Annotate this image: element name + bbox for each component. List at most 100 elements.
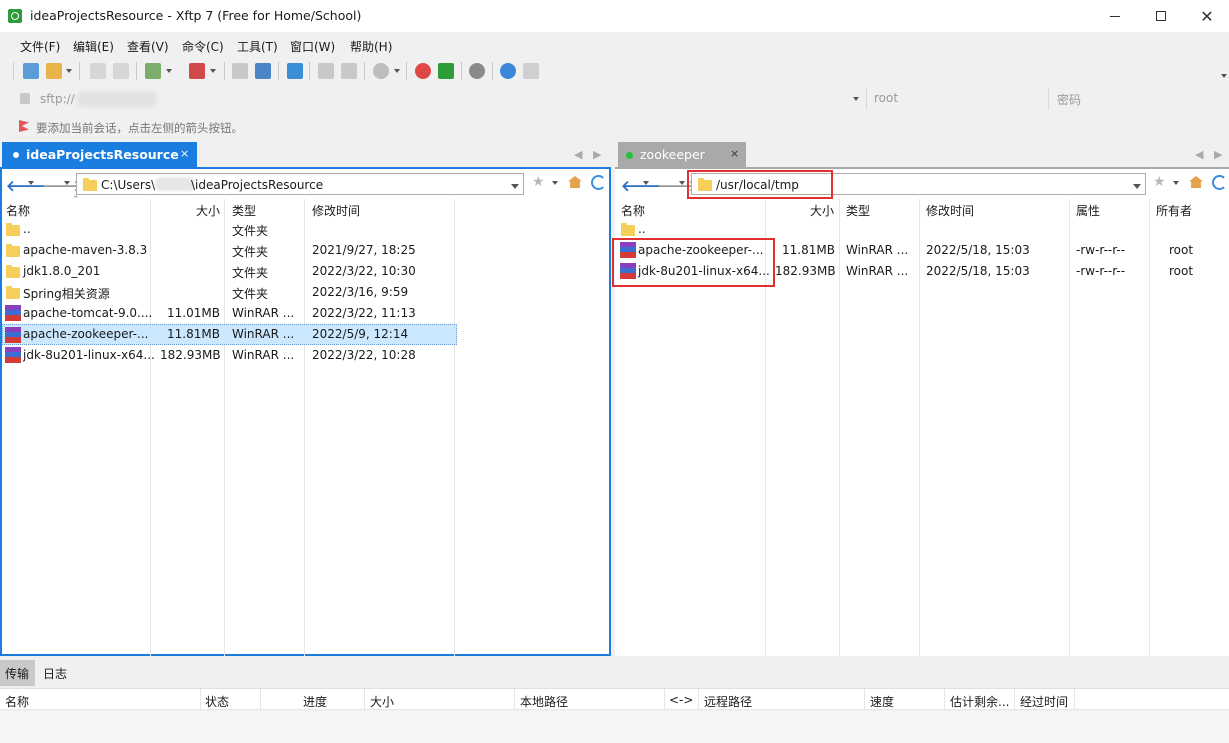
back-dropdown-icon[interactable] [643, 181, 649, 185]
menu-tools[interactable]: 工具(T) [237, 38, 278, 55]
refresh-icon[interactable] [1212, 175, 1227, 190]
close-button[interactable]: ✕ [1184, 0, 1229, 32]
col-eta[interactable]: 估计剩余... [950, 693, 1009, 710]
tab-remote[interactable]: zookeeper × [618, 142, 746, 167]
tab-prev-icon[interactable]: ◀ [1195, 148, 1203, 161]
tab-next-icon[interactable]: ▶ [593, 148, 601, 161]
col-elapsed[interactable]: 经过时间 [1020, 693, 1068, 710]
col-direction[interactable]: <-> [669, 693, 693, 707]
path-dropdown-icon[interactable] [1133, 184, 1141, 189]
menu-file[interactable]: 文件(F) [20, 38, 60, 55]
xftp-icon[interactable] [438, 63, 454, 79]
tab-dropdown-icon[interactable] [166, 69, 172, 73]
open-dropdown-icon[interactable] [66, 69, 72, 73]
refresh-icon[interactable] [591, 175, 606, 190]
list-item[interactable]: jdk-8u201-linux-x64... 182.93MB WinRAR .… [2, 345, 609, 366]
terminal-icon[interactable] [189, 63, 205, 79]
back-icon[interactable]: 🡐 [621, 176, 661, 195]
tab-prev-icon[interactable]: ◀ [574, 148, 582, 161]
xftp-app-icon [8, 9, 22, 23]
home-icon[interactable] [568, 176, 582, 188]
sync-icon[interactable] [287, 63, 303, 79]
file-type: 文件夹 [232, 245, 269, 259]
col-attributes[interactable]: 属性 [1076, 202, 1100, 219]
col-type[interactable]: 类型 [232, 202, 256, 219]
list-item[interactable]: apache-tomcat-9.0.... 11.01MB WinRAR ...… [2, 303, 609, 324]
connect-icon[interactable] [90, 63, 106, 79]
menu-help[interactable]: 帮助(H) [350, 38, 392, 55]
bookmark-dropdown-icon[interactable] [552, 181, 558, 185]
col-name[interactable]: 名称 [621, 202, 645, 219]
paste-icon[interactable] [341, 63, 357, 79]
bookmark-dropdown-icon[interactable] [1173, 181, 1179, 185]
menu-command[interactable]: 命令(C) [182, 38, 224, 55]
col-size[interactable]: 大小 [196, 202, 220, 219]
local-nav-bar: 🡐 🡒 C:\Users\ \ideaProjectsResource ★ [2, 169, 609, 199]
list-item[interactable]: .. 文件夹 [2, 219, 609, 240]
menu-edit[interactable]: 编辑(E) [73, 38, 114, 55]
password-field[interactable]: 密码 [1057, 91, 1081, 108]
list-item[interactable]: apache-maven-3.8.3 文件夹 2021/9/27, 18:25 [2, 240, 609, 261]
list-item[interactable]: jdk1.8.0_201 文件夹 2022/3/22, 10:30 [2, 261, 609, 282]
path-dropdown-icon[interactable] [511, 184, 519, 189]
forward-dropdown-icon[interactable] [679, 181, 685, 185]
disconnect-icon[interactable] [113, 63, 129, 79]
tab-transfers[interactable]: 传输 [0, 660, 35, 686]
col-modified[interactable]: 修改时间 [926, 202, 974, 219]
menu-view[interactable]: 查看(V) [127, 38, 169, 55]
forward-dropdown-icon[interactable] [64, 181, 70, 185]
back-icon[interactable]: 🡐 [6, 176, 46, 195]
minimize-button[interactable] [1092, 0, 1138, 32]
col-owner[interactable]: 所有者 [1156, 202, 1192, 219]
host-input[interactable]: sftp:// [40, 92, 75, 106]
list-item[interactable]: .. [615, 219, 1229, 240]
copy-icon[interactable] [318, 63, 334, 79]
list-item[interactable]: Spring相关资源 文件夹 2022/3/16, 9:59 [2, 282, 609, 303]
record-icon[interactable] [373, 63, 389, 79]
tab-next-icon[interactable]: ▶ [1214, 148, 1222, 161]
tab-close-icon[interactable]: × [730, 147, 739, 160]
col-modified[interactable]: 修改时间 [312, 202, 360, 219]
col-name[interactable]: 名称 [5, 693, 29, 710]
host-dropdown-icon[interactable] [853, 97, 859, 101]
list-item-selected[interactable]: apache-zookeeper-... 11.81MB WinRAR ... … [2, 324, 457, 345]
back-dropdown-icon[interactable] [28, 181, 34, 185]
new-tab-icon[interactable] [145, 63, 161, 79]
tab-close-icon[interactable]: × [180, 147, 189, 160]
bookmark-icon[interactable]: ★ [532, 174, 545, 190]
terminal-dropdown-icon[interactable] [210, 69, 216, 73]
tab-status-dot [13, 152, 19, 158]
col-type[interactable]: 类型 [846, 202, 870, 219]
col-name[interactable]: 名称 [6, 202, 30, 219]
chat-icon[interactable] [523, 63, 539, 79]
col-speed[interactable]: 速度 [870, 693, 894, 710]
highlight-files-box [612, 238, 775, 287]
username-field[interactable]: root [874, 91, 898, 105]
xshell-icon[interactable] [415, 63, 431, 79]
file-size: 182.93MB [160, 348, 221, 362]
open-folder-icon[interactable] [46, 63, 62, 79]
col-status[interactable]: 状态 [205, 693, 229, 710]
col-progress[interactable]: 进度 [303, 693, 327, 710]
lock-icon [20, 93, 30, 104]
help-icon[interactable] [500, 63, 516, 79]
new-session-icon[interactable] [23, 63, 39, 79]
col-size[interactable]: 大小 [370, 693, 394, 710]
gear-icon[interactable] [469, 63, 485, 79]
toolbar-overflow-icon[interactable] [1221, 74, 1227, 78]
local-path-input[interactable]: C:\Users\ \ideaProjectsResource [76, 173, 524, 195]
tab-local[interactable]: ideaProjectsResource × [2, 142, 197, 167]
tab-log[interactable]: 日志 [43, 665, 67, 682]
col-remote-path[interactable]: 远程路径 [704, 693, 752, 710]
menu-window[interactable]: 窗口(W) [290, 38, 335, 55]
home-icon[interactable] [1189, 176, 1203, 188]
maximize-button[interactable] [1138, 0, 1184, 32]
col-size[interactable]: 大小 [810, 202, 834, 219]
col-local-path[interactable]: 本地路径 [520, 693, 568, 710]
flag-icon[interactable] [19, 120, 29, 132]
folder-icon [6, 244, 20, 257]
bookmark-icon[interactable]: ★ [1153, 174, 1166, 190]
download-icon[interactable] [232, 63, 248, 79]
upload-icon[interactable] [255, 63, 271, 79]
record-dropdown-icon[interactable] [394, 69, 400, 73]
